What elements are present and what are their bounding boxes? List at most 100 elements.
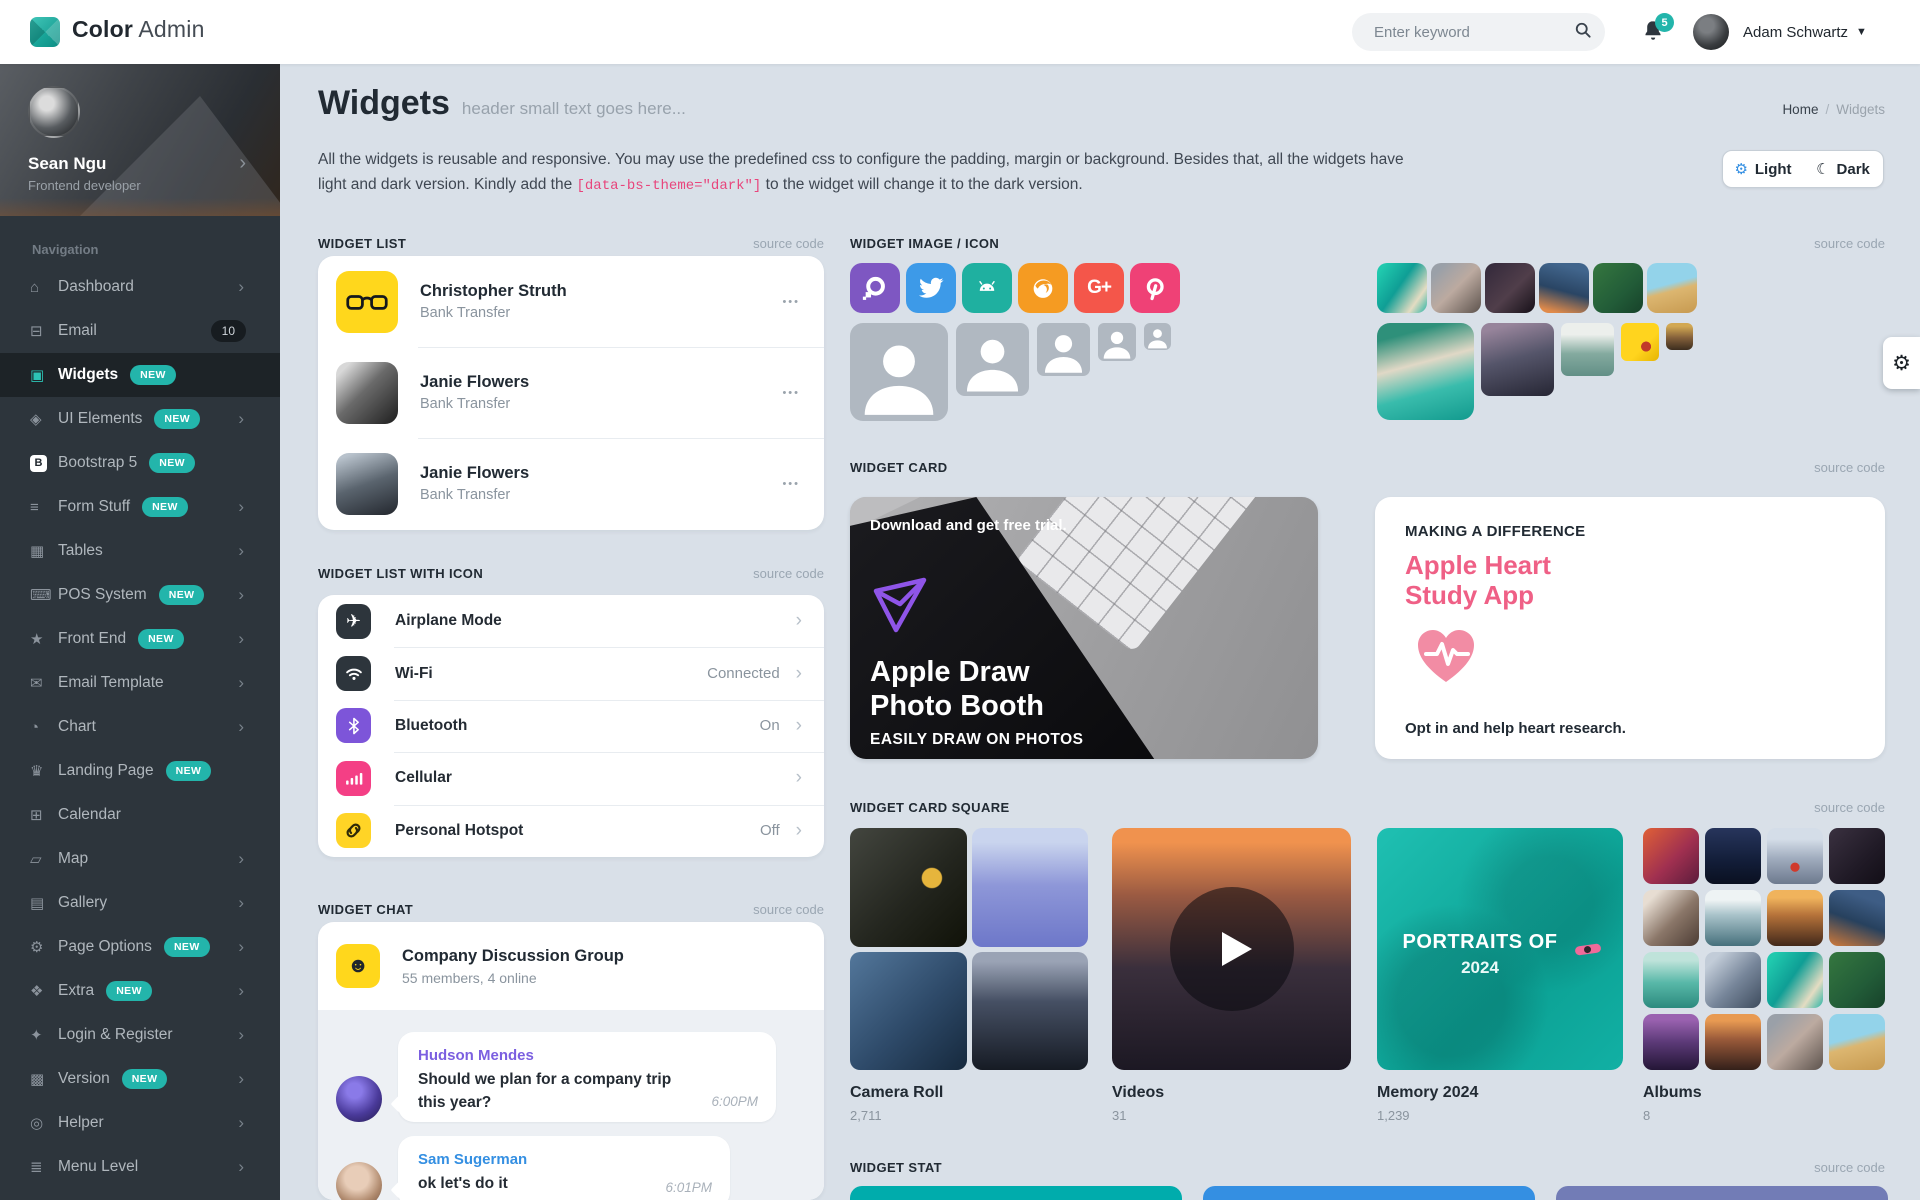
sidebar-item-menu-level[interactable]: ≣Menu Level› [0, 1145, 280, 1189]
photo-sky-lantern [1767, 890, 1823, 946]
chevron-right-icon: › [238, 497, 244, 517]
notification-count-badge: 5 [1655, 13, 1674, 32]
chevron-right-icon[interactable]: › [239, 152, 246, 175]
dark-mode-button[interactable]: ☾Dark [1803, 151, 1883, 187]
profile-avatar [28, 86, 80, 138]
photo-milky-way-2 [1829, 890, 1885, 946]
helper-icon: ◎ [30, 1114, 58, 1132]
source-code-link[interactable]: source code [753, 236, 824, 251]
new-badge: NEW [154, 409, 200, 429]
sidebar-item-landing-page[interactable]: ♛Landing PageNEW [0, 749, 280, 793]
photo-woman-with-phone [1431, 263, 1481, 313]
section-title: WIDGET IMAGE / ICON [850, 236, 999, 251]
chevron-right-icon: › [238, 541, 244, 561]
search-icon[interactable] [1573, 20, 1593, 45]
search-box [1352, 13, 1605, 51]
heart-pulse-icon [1413, 626, 1855, 691]
new-badge: NEW [122, 1069, 168, 1089]
sidebar-item-helper[interactable]: ◎Helper› [0, 1101, 280, 1145]
square-card-memory-2024[interactable]: PORTRAITS OF2024Memory 20241,239 [1377, 828, 1623, 1123]
ellipsis-menu-icon[interactable]: ••• [782, 478, 800, 490]
sidebar-item-pos-system[interactable]: ⌨POS SystemNEW› [0, 573, 280, 617]
list-item-wi-fi[interactable]: Wi-FiConnected› [318, 647, 824, 699]
album-name: Videos [1112, 1084, 1351, 1102]
sidebar-item-login-register[interactable]: ✦Login & Register› [0, 1013, 280, 1057]
source-code-link[interactable]: source code [753, 902, 824, 917]
sidebar-item-email-template[interactable]: ✉Email Template› [0, 661, 280, 705]
sidebar-item-extra[interactable]: ❖ExtraNEW› [0, 969, 280, 1013]
list-item[interactable]: Christopher StruthBank Transfer••• [318, 256, 824, 347]
widget-card-square-section-header: WIDGET CARD SQUARE source code [850, 800, 1885, 815]
chevron-right-icon: › [238, 277, 244, 297]
source-code-link[interactable]: source code [1814, 236, 1885, 251]
photo-woman-splash [1643, 890, 1699, 946]
sidebar-item-tables[interactable]: ▦Tables› [0, 529, 280, 573]
status-value: On [760, 717, 780, 734]
list-item-airplane-mode[interactable]: ✈Airplane Mode› [318, 595, 824, 647]
sidebar-item-ui-elements[interactable]: ◈UI ElementsNEW› [0, 397, 280, 441]
list-item-personal-hotspot[interactable]: Personal HotspotOff› [318, 805, 824, 857]
photo-yosemite-lake [972, 828, 1089, 947]
list-item-cellular[interactable]: Cellular› [318, 752, 824, 804]
dashboard-icon: ⌂ [30, 279, 58, 296]
sidebar-item-bootstrap-5[interactable]: BBootstrap 5NEW [0, 441, 280, 485]
new-badge: NEW [159, 585, 205, 605]
user-menu[interactable]: Adam Schwartz ▼ [1693, 12, 1867, 52]
theme-settings-button[interactable]: ⚙ [1883, 337, 1920, 389]
sidebar-item-front-end[interactable]: ★Front EndNEW› [0, 617, 280, 661]
menu-level-icon: ≣ [30, 1158, 58, 1176]
count-badge: 10 [211, 320, 246, 342]
sidebar-item-form-stuff[interactable]: ≡Form StuffNEW› [0, 485, 280, 529]
apple-draw-card[interactable]: Download and get free trial. Apple DrawP… [850, 497, 1318, 759]
pinterest-icon [1130, 263, 1180, 313]
search-input[interactable] [1374, 24, 1573, 41]
sidebar-item-widgets[interactable]: ▣WidgetsNEW [0, 353, 280, 397]
list-item[interactable]: Janie FlowersBank Transfer••• [318, 347, 824, 438]
sidebar-item-label: Menu Level [58, 1158, 138, 1176]
source-code-link[interactable]: source code [1814, 800, 1885, 815]
square-card-albums[interactable]: Albums8 [1643, 828, 1885, 1123]
apple-heart-card[interactable]: MAKING A DIFFERENCE Apple HeartStudy App… [1375, 497, 1885, 759]
person-desc: Bank Transfer [420, 396, 782, 412]
avatar-man-upward [336, 453, 398, 515]
ellipsis-menu-icon[interactable]: ••• [782, 296, 800, 308]
card-kicker: MAKING A DIFFERENCE [1405, 523, 1855, 540]
play-button[interactable] [1170, 887, 1294, 1011]
source-code-link[interactable]: source code [1814, 460, 1885, 475]
source-code-link[interactable]: source code [753, 566, 824, 581]
sidebar-item-page-options[interactable]: ⚙Page OptionsNEW› [0, 925, 280, 969]
chat-group-header[interactable]: ☻ Company Discussion Group 55 members, 4… [318, 922, 824, 1010]
breadcrumb-current: Widgets [1836, 102, 1885, 117]
sidebar-item-version[interactable]: ▩VersionNEW› [0, 1057, 280, 1101]
sidebar-item-label: Login & Register [58, 1026, 173, 1044]
sidebar-item-email[interactable]: ⊟Email10 [0, 309, 280, 353]
list-item-bluetooth[interactable]: BluetoothOn› [318, 700, 824, 752]
sidebar-profile[interactable]: Sean Ngu Frontend developer › [0, 64, 280, 216]
square-card-videos[interactable]: Videos31 [1112, 828, 1351, 1123]
chat-message-area: Hudson MendesShould we plan for a compan… [318, 1010, 824, 1200]
googleplus-icon: G+ [1074, 263, 1124, 313]
sidebar-item-calendar[interactable]: ⊞Calendar [0, 793, 280, 837]
sidebar-item-dashboard[interactable]: ⌂Dashboard› [0, 265, 280, 309]
stat-card[interactable] [1556, 1186, 1888, 1200]
source-code-link[interactable]: source code [1814, 1160, 1885, 1175]
sidebar-item-map[interactable]: ▱Map› [0, 837, 280, 881]
photo-drone-man-2 [1829, 1014, 1885, 1070]
stat-card[interactable] [850, 1186, 1182, 1200]
breadcrumb-home[interactable]: Home [1782, 102, 1818, 117]
avatar-glasses [336, 271, 398, 333]
album-count: 2,711 [850, 1108, 1088, 1123]
light-mode-button[interactable]: ⚙Light [1723, 151, 1803, 187]
sidebar-item-gallery[interactable]: ▤Gallery› [0, 881, 280, 925]
sidebar-item-chart[interactable]: ◔Chart› [0, 705, 280, 749]
list-item[interactable]: Janie FlowersBank Transfer••• [318, 438, 824, 529]
photo-snow-mountains [1705, 952, 1761, 1008]
page-title: Widgets [318, 84, 450, 122]
notifications-button[interactable]: 5 [1641, 19, 1671, 49]
stat-card[interactable] [1203, 1186, 1535, 1200]
square-card-camera-roll[interactable]: Camera Roll2,711 [850, 828, 1088, 1123]
map-icon: ▱ [30, 850, 58, 868]
photo-green-wave [1561, 323, 1614, 376]
photo-purple-dusk [1643, 1014, 1699, 1070]
ellipsis-menu-icon[interactable]: ••• [782, 387, 800, 399]
